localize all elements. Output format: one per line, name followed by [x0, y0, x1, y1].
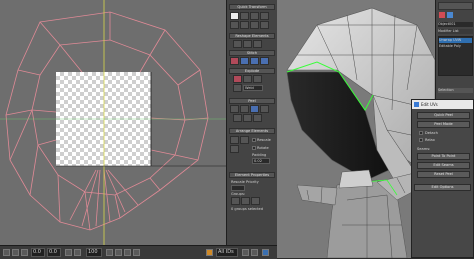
- explode-rollout[interactable]: Explode: [229, 68, 275, 74]
- pack-together-icon[interactable]: [240, 136, 249, 144]
- relax-label: Relax: [425, 138, 435, 142]
- v-value-field[interactable]: 0.0: [47, 248, 61, 257]
- modify-tab-icon[interactable]: [447, 12, 453, 18]
- stitch-source-icon[interactable]: [230, 57, 239, 65]
- stitch-target-icon[interactable]: [240, 57, 249, 65]
- pan-icon[interactable]: [106, 249, 113, 256]
- rescale-label: Rescale: [257, 138, 271, 142]
- uv-editor-bottom-toolbar: 0.0 0.0 100 All IDs: [0, 245, 277, 259]
- flatten-icon[interactable]: [253, 40, 262, 48]
- stitch-rollout[interactable]: Stitch: [229, 50, 275, 56]
- align-bottom-icon[interactable]: [260, 21, 269, 29]
- zoom-region-icon[interactable]: [124, 249, 131, 256]
- arrange-elements-rollout[interactable]: Arrange Elements: [229, 128, 275, 134]
- map-icon[interactable]: [262, 249, 269, 256]
- align-left-icon[interactable]: [230, 21, 239, 29]
- stack-item-editable-poly[interactable]: Editable Poly: [439, 44, 472, 49]
- uv-tools-panel: Quick Transform Reshape Elements Stitch …: [226, 0, 278, 245]
- peel-dialog: Edit UVs Quick Peel Peel Mode Detach Rel…: [411, 99, 474, 258]
- rotate-label: Rotate: [257, 146, 269, 150]
- break-icon[interactable]: [233, 75, 242, 83]
- edit-seams-button[interactable]: Edit Seams: [417, 162, 470, 169]
- padding-field[interactable]: 0.02: [252, 158, 270, 164]
- show-options-icon[interactable]: [251, 249, 258, 256]
- relax-checkbox[interactable]: [419, 138, 423, 142]
- modifier-list-dropdown[interactable]: Modifier List: [438, 29, 473, 34]
- peel-mode-button[interactable]: Peel Mode: [417, 121, 470, 128]
- detach-checkbox[interactable]: [419, 131, 423, 135]
- seams-icon[interactable]: [233, 114, 242, 122]
- rescale-priority-field[interactable]: [231, 185, 245, 191]
- reshape-elements-rollout[interactable]: Reshape Elements: [229, 33, 275, 39]
- command-panel-tabs[interactable]: [438, 2, 473, 10]
- quick-peel-button[interactable]: Quick Peel: [417, 112, 470, 119]
- group-add-icon[interactable]: [241, 197, 250, 205]
- snap-icon[interactable]: [206, 249, 213, 256]
- app-icon: [414, 102, 419, 107]
- rescale-priority-label: Rescale Priority: [231, 180, 259, 184]
- group-select-icon[interactable]: [231, 197, 240, 205]
- create-tab-icon[interactable]: [439, 12, 445, 18]
- detach-icon[interactable]: [243, 75, 252, 83]
- detach-label: Detach: [425, 131, 438, 135]
- pack-normalize-icon[interactable]: [230, 136, 239, 144]
- filter-icon[interactable]: [242, 249, 249, 256]
- selection-rollout[interactable]: Selection: [438, 88, 473, 93]
- peel-mode-icon[interactable]: [240, 105, 249, 113]
- padding-label: Padding: [252, 153, 267, 157]
- zoom-icon[interactable]: [115, 249, 122, 256]
- weld-threshold-field[interactable]: Weld: [243, 85, 263, 91]
- flip-vertical-icon[interactable]: [250, 12, 259, 20]
- peel-rollout[interactable]: Peel: [229, 98, 275, 104]
- weld-icon[interactable]: [233, 84, 242, 92]
- explode-icon[interactable]: [253, 75, 262, 83]
- stitch-custom-icon[interactable]: [260, 57, 269, 65]
- uv-editor-viewport[interactable]: [0, 0, 226, 245]
- align-icon[interactable]: [230, 12, 239, 20]
- rotate-90-icon[interactable]: [260, 12, 269, 20]
- straighten-icon[interactable]: [233, 40, 242, 48]
- seams-label: Seams:: [417, 147, 431, 151]
- dialog-title: Edit UVs: [412, 100, 473, 109]
- edit-options-rollout[interactable]: Edit Options: [414, 184, 471, 191]
- flip-horizontal-icon[interactable]: [240, 12, 249, 20]
- align-top-icon[interactable]: [250, 21, 259, 29]
- reset-peel-icon[interactable]: [253, 114, 262, 122]
- point-to-point-button[interactable]: Point To Point: [417, 153, 470, 160]
- element-properties-rollout[interactable]: Element Properties: [229, 172, 275, 178]
- pack-custom-icon[interactable]: [230, 145, 239, 153]
- object-name-field[interactable]: Object001: [438, 22, 473, 27]
- uv-wireframe[interactable]: [0, 0, 226, 245]
- edit-seams-icon[interactable]: [243, 114, 252, 122]
- stack-item-unwrap[interactable]: Unwrap UVW: [439, 38, 472, 43]
- uv-cluster-edges: [5, 11, 209, 231]
- groups-status: 0 groups selected: [231, 207, 264, 211]
- rescale-checkbox[interactable]: [252, 138, 256, 142]
- rotate-icon[interactable]: [12, 249, 19, 256]
- quick-transform-rollout[interactable]: Quick Transform: [229, 4, 275, 10]
- quick-peel-icon[interactable]: [230, 105, 239, 113]
- align-right-icon[interactable]: [240, 21, 249, 29]
- material-id-dropdown[interactable]: All IDs: [216, 248, 238, 257]
- stitch-average-icon[interactable]: [250, 57, 259, 65]
- grid-icon[interactable]: [74, 249, 81, 256]
- group-remove-icon[interactable]: [251, 197, 260, 205]
- lock-icon[interactable]: [65, 249, 72, 256]
- reset-peel-button[interactable]: Reset Peel: [417, 171, 470, 178]
- rotate-checkbox[interactable]: [252, 146, 256, 150]
- zoom-extents-icon[interactable]: [133, 249, 140, 256]
- groups-label: Groups:: [231, 192, 246, 196]
- relax-icon[interactable]: [243, 40, 252, 48]
- move-icon[interactable]: [3, 249, 10, 256]
- unpin-icon[interactable]: [260, 105, 269, 113]
- zoom-field[interactable]: 100: [86, 248, 102, 257]
- pin-icon[interactable]: [250, 105, 259, 113]
- scale-icon[interactable]: [21, 249, 28, 256]
- u-value-field[interactable]: 0.0: [31, 248, 45, 257]
